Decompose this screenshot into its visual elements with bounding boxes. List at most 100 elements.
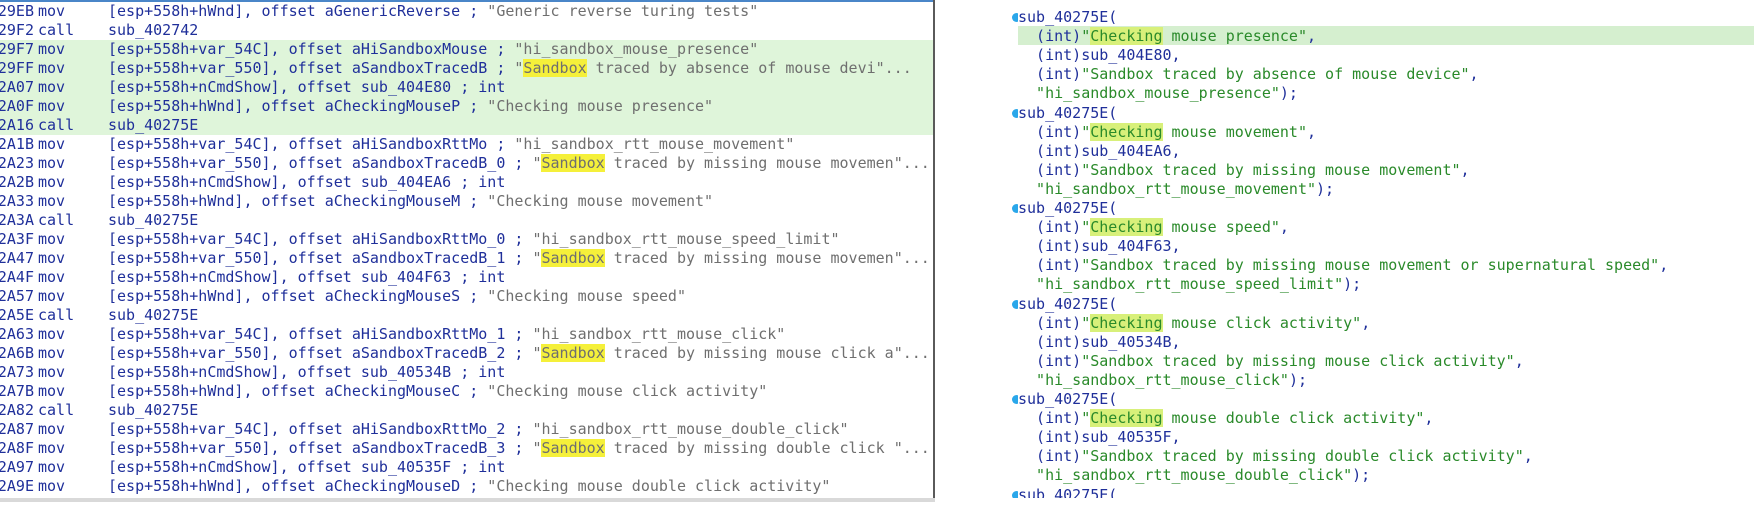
pseudocode-line[interactable]: (int)sub_404E80, [1018, 46, 1181, 65]
pseudocode-line[interactable]: sub_40275E( [1018, 390, 1117, 409]
disasm-address: 2A23 [0, 154, 34, 172]
disasm-mnemonic: mov [38, 382, 66, 400]
disasm-address: 2A33 [0, 192, 34, 210]
disasm-address: 29EB [0, 2, 34, 20]
disasm-row[interactable]: 2A16 call sub_40275E [0, 116, 930, 135]
disasm-address: 2A3F [0, 230, 34, 248]
code-token: (int) [1018, 313, 1082, 332]
pseudocode-line[interactable]: "hi_sandbox_rtt_mouse_movement"); [1018, 180, 1334, 199]
disasm-address: 2A87 [0, 420, 34, 438]
disasm-row[interactable]: 2A3A call sub_40275E [0, 211, 930, 230]
disasm-row[interactable]: 2A23 mov [esp+558h+var_550], offset aSandb… [0, 154, 930, 173]
disasm-row[interactable]: 2A0F mov [esp+558h+hWnd], offset aChecking… [0, 97, 930, 116]
pseudocode-line[interactable]: (int)sub_40535F, [1018, 428, 1181, 447]
pseudocode-line[interactable]: sub_40275E( [1018, 8, 1117, 27]
pseudocode-line[interactable]: (int)"Sandbox traced by absence of mouse… [1018, 65, 1479, 84]
disasm-address: 2A9E [0, 477, 34, 495]
code-token: , [1307, 122, 1317, 141]
code-token: , [1659, 256, 1669, 275]
pseudocode-line[interactable]: (int)"Sandbox traced by missing double c… [1018, 447, 1533, 466]
pseudocode-line[interactable]: (int)sub_404EA6, [1018, 142, 1181, 161]
disasm-row[interactable]: 2A8F mov [esp+558h+var_550], offset aSandb… [0, 439, 930, 458]
disasm-row[interactable]: 2A5E call sub_40275E [0, 306, 930, 325]
disasm-row[interactable]: 2A3F mov [esp+558h+var_54C], offset aHiSan… [0, 230, 930, 249]
disasm-row[interactable]: 2A82 call sub_40275E [0, 401, 930, 420]
disasm-row[interactable]: 2A6B mov [esp+558h+var_550], offset aSandb… [0, 344, 930, 363]
disasm-row[interactable]: 2A9E mov [esp+558h+hWnd], offset aChecking… [0, 477, 930, 496]
operand-text: sub_40275E [108, 306, 199, 324]
string-literal: mouse speed" [1162, 218, 1280, 237]
disasm-address: 2A63 [0, 325, 34, 343]
string-literal: mouse movement" [1162, 122, 1307, 141]
disasm-row[interactable]: 29EB mov [esp+558h+hWnd], offset aGenericR… [0, 2, 930, 21]
pseudocode-line[interactable]: sub_40275E( [1018, 104, 1117, 123]
horizontal-scrollbar[interactable] [0, 498, 935, 502]
disasm-address: 2A5E [0, 306, 34, 324]
disasm-row[interactable]: 29F7 mov [esp+558h+var_54C], offset aHiSan… [0, 40, 930, 59]
disasm-row[interactable]: 2A47 mov [esp+558h+var_550], offset aSandb… [0, 249, 930, 268]
search-highlight: Checking [1090, 409, 1163, 428]
disasm-mnemonic: mov [38, 287, 66, 305]
pseudocode-line[interactable]: sub_40275E( [1018, 199, 1117, 218]
disasm-comment: "hi_sandbox_rtt_mouse_speed_limit" [532, 230, 840, 248]
disasm-address: 2A7B [0, 382, 34, 400]
string-literal: "hi_sandbox_rtt_mouse_speed_limit" [1018, 275, 1344, 294]
disasm-row[interactable]: 2A33 mov [esp+558h+hWnd], offset aChecking… [0, 192, 930, 211]
disasm-mnemonic: mov [38, 344, 66, 362]
disasm-row[interactable]: 2A63 mov [esp+558h+var_54C], offset aHiSan… [0, 325, 930, 344]
pseudocode-line[interactable]: (int)"Checking mouse click activity", [1018, 313, 1370, 333]
disasm-row[interactable]: 2A4F mov [esp+558h+nCmdShow], offset sub_4… [0, 268, 930, 287]
code-token: sub_40275E( [1018, 485, 1118, 499]
operand-text: [esp+558h+var_54C], offset aHiSandboxRtt… [108, 420, 533, 438]
disasm-row[interactable]: 2A87 mov [esp+558h+var_54C], offset aHiSan… [0, 420, 930, 439]
disasm-row[interactable]: 2A7B mov [esp+558h+hWnd], offset aChecking… [0, 382, 930, 401]
pseudocode-line[interactable]: "hi_sandbox_mouse_presence"); [1018, 84, 1298, 103]
pseudocode-line[interactable]: "hi_sandbox_rtt_mouse_double_click"); [1018, 466, 1370, 485]
code-token: sub_40275E( [1018, 390, 1118, 408]
disasm-comment: traced by missing mouse click a"... [604, 344, 930, 362]
disasm-row[interactable]: 2A57 mov [esp+558h+hWnd], offset aChecking… [0, 287, 930, 306]
pseudocode-line[interactable]: (int)"Sandbox traced by missing mouse mo… [1018, 161, 1470, 180]
pseudocode-line[interactable]: "hi_sandbox_rtt_mouse_speed_limit"); [1018, 275, 1361, 294]
search-highlight: Checking [1090, 218, 1163, 237]
operand-text: [esp+558h+nCmdShow], offset sub_40535F ;… [108, 458, 506, 476]
disasm-address: 2A82 [0, 401, 34, 419]
code-token: , [1523, 447, 1533, 466]
pseudocode-line[interactable]: (int)sub_40534B, [1018, 333, 1181, 352]
string-literal: "hi_sandbox_rtt_mouse_click" [1018, 370, 1289, 389]
operand-text: [esp+558h+var_550], offset aSandboxTrace… [108, 59, 515, 77]
pseudocode-line[interactable]: (int)"Checking mouse double click activi… [1018, 409, 1433, 428]
pseudocode-line[interactable]: (int)"Checking mouse speed", [1018, 218, 1289, 237]
code-token: , [1307, 27, 1317, 46]
disasm-row[interactable]: 2A2B mov [esp+558h+nCmdShow], offset sub_4… [0, 173, 930, 192]
disasm-operands: [esp+558h+var_550], offset aSandboxTrace… [108, 439, 930, 458]
disasm-row[interactable]: 29F2 call sub_402742 [0, 21, 930, 40]
disasm-operands: [esp+558h+nCmdShow], offset sub_404E80 ;… [108, 78, 505, 97]
code-token: ); [1352, 466, 1371, 485]
pseudocode-line[interactable]: (int)"Checking mouse presence", [1018, 27, 1316, 46]
pseudocode-line[interactable]: (int)"Checking mouse movement", [1018, 122, 1317, 142]
disassembly-view[interactable]: 29EB mov [esp+558h+hWnd], offset aGenericR… [0, 0, 935, 498]
code-token: ); [1288, 370, 1307, 389]
disasm-address: 2A07 [0, 78, 34, 96]
disasm-operands: [esp+558h+var_550], offset aSandboxTrace… [108, 154, 930, 173]
operand-text: [esp+558h+var_54C], offset aHiSandboxRtt… [108, 135, 515, 153]
pseudocode-line[interactable]: (int)"Sandbox traced by missing mouse cl… [1018, 352, 1524, 371]
code-token: (int)sub_40535F, [1018, 428, 1181, 447]
disasm-row[interactable]: 2A97 mov [esp+558h+nCmdShow], offset sub_4… [0, 458, 930, 477]
pseudocode-line[interactable]: sub_40275E( [1018, 295, 1117, 314]
disasm-mnemonic: mov [38, 325, 66, 343]
pseudocode-line[interactable]: (int)sub_404F63, [1018, 237, 1181, 256]
disasm-row[interactable]: 2A73 mov [esp+558h+nCmdShow], offset sub_4… [0, 363, 930, 382]
pseudocode-line[interactable]: sub_40275E( [1018, 486, 1117, 499]
pseudocode-line[interactable]: (int)"Sandbox traced by missing mouse mo… [1018, 256, 1668, 275]
disasm-comment: "Checking mouse speed" [487, 287, 686, 305]
operand-text: [esp+558h+nCmdShow], offset sub_404EA6 ;… [108, 173, 506, 191]
bottom-scrollbar-area [0, 498, 1754, 507]
disasm-row[interactable]: 2A07 mov [esp+558h+nCmdShow], offset sub_4… [0, 78, 930, 97]
disasm-row[interactable]: 2A1B mov [esp+558h+var_54C], offset aHiSan… [0, 135, 930, 154]
disasm-row[interactable]: 29FF mov [esp+558h+var_550], offset aSandb… [0, 59, 930, 78]
pseudocode-line[interactable]: "hi_sandbox_rtt_mouse_click"); [1018, 371, 1307, 390]
code-token: ); [1316, 179, 1335, 198]
pseudocode-view[interactable]: sub_40275E( (int)"Checking mouse presenc… [1018, 0, 1754, 498]
